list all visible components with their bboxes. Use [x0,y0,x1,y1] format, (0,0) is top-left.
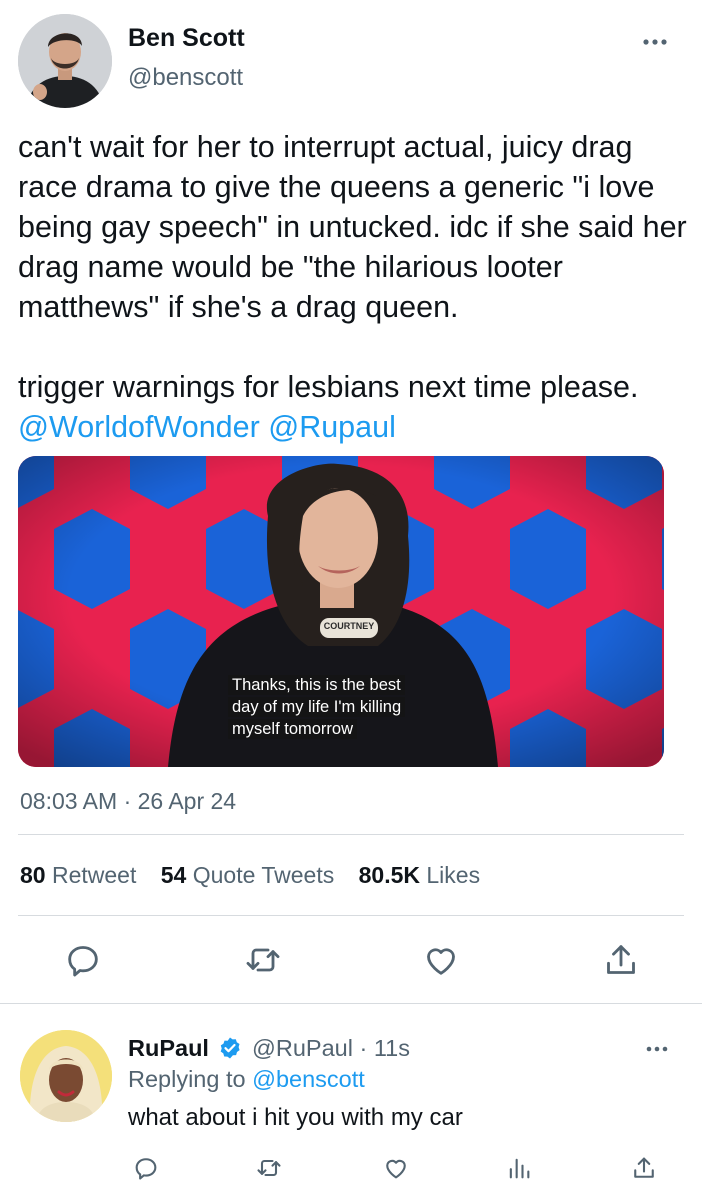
retweet-icon[interactable] [243,940,283,980]
replying-to-label: Replying to [128,1066,246,1092]
divider [18,834,684,835]
replying-to: Replying to @benscott [128,1066,365,1093]
mention-rupaul[interactable]: @Rupaul [268,410,396,444]
tweet-text: can't wait for her to interrupt actual, … [18,127,698,447]
section-divider [0,1003,702,1004]
reply-author-avatar[interactable] [20,1030,112,1122]
reply-text: what about i hit you with my car [128,1104,463,1131]
share-icon[interactable] [630,1154,658,1182]
author-avatar[interactable] [18,14,112,108]
share-icon[interactable] [601,940,641,980]
more-options-icon[interactable] [646,1036,668,1059]
retweets-stat[interactable]: 80 Retweet [20,862,136,888]
verified-badge-icon [218,1036,242,1066]
tweet-paragraph-1: can't wait for her to interrupt actual, … [18,130,687,324]
more-options-icon[interactable] [643,26,667,52]
like-icon[interactable] [382,1154,410,1182]
mention-worldofwonder[interactable]: @WorldofWonder [18,410,260,444]
author-name[interactable]: Ben Scott [128,24,245,53]
author-handle[interactable]: @benscott [128,64,243,92]
quotes-stat[interactable]: 54 Quote Tweets [161,862,334,888]
name-tag-text: COURTNEY [323,621,375,631]
caption-line-3: myself tomorrow [228,719,358,739]
divider [18,915,684,916]
tweet-stats: 80 Retweet 54 Quote Tweets 80.5K Likes [20,862,498,889]
tweet-timestamp[interactable]: 08:03 AM · 26 Apr 24 [20,788,236,815]
caption-line-1: Thanks, this is the best [228,675,405,695]
reply-icon[interactable] [132,1154,160,1182]
reply-author-name[interactable]: RuPaul [128,1035,209,1061]
like-icon[interactable] [421,940,461,980]
video-caption: Thanks, this is the best day of my life … [228,674,448,740]
likes-stat[interactable]: 80.5K Likes [359,862,480,888]
tweet-media-image[interactable]: COURTNEY Thanks, this is the best day of… [18,456,664,767]
reply-time[interactable]: · 11s [360,1035,411,1061]
replying-to-handle[interactable]: @benscott [252,1066,365,1092]
tweet-paragraph-2: trigger warnings for lesbians next time … [18,370,639,404]
reply-icon[interactable] [63,940,103,980]
caption-line-2: day of my life I'm killing [228,697,406,717]
reply-header: RuPaul @RuPaul · 11s [128,1035,410,1066]
retweet-icon[interactable] [255,1154,283,1182]
analytics-icon[interactable] [505,1154,533,1182]
reply-author-handle[interactable]: @RuPaul [252,1035,353,1061]
